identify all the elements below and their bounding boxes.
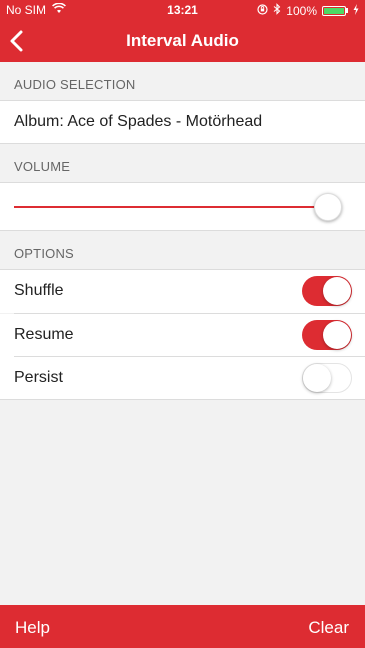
- footer-toolbar: Help Clear: [0, 605, 365, 648]
- nav-bar: Interval Audio: [0, 20, 365, 62]
- audio-selection-cell[interactable]: Album: Ace of Spades - Motörhead: [0, 101, 365, 144]
- volume-cell: [0, 183, 365, 230]
- status-bar: No SIM 13:21 100%: [0, 0, 365, 20]
- volume-slider-track[interactable]: [14, 206, 332, 208]
- header: No SIM 13:21 100% Interval Audio: [0, 0, 365, 62]
- clear-button[interactable]: Clear: [308, 618, 349, 638]
- battery-icon: [322, 5, 348, 16]
- audio-selection-value: Album: Ace of Spades - Motörhead: [14, 113, 263, 130]
- section-header-audio-selection: AUDIO SELECTION: [14, 77, 136, 92]
- orientation-lock-icon: [257, 3, 268, 18]
- section-header-options: OPTIONS: [14, 246, 74, 261]
- shuffle-toggle[interactable]: [302, 276, 352, 306]
- bluetooth-icon: [273, 3, 281, 18]
- option-label: Persist: [14, 369, 63, 386]
- option-row-persist: Persist: [0, 357, 365, 400]
- charging-icon: [353, 3, 359, 18]
- resume-toggle[interactable]: [302, 320, 352, 350]
- help-button[interactable]: Help: [15, 618, 50, 638]
- option-row-resume: Resume: [0, 314, 365, 357]
- persist-toggle[interactable]: [302, 363, 352, 393]
- page-title: Interval Audio: [126, 31, 239, 50]
- volume-slider-thumb[interactable]: [314, 193, 342, 221]
- option-row-shuffle: Shuffle: [0, 270, 365, 313]
- option-label: Resume: [14, 326, 74, 343]
- battery-percent: 100%: [286, 3, 317, 18]
- section-header-volume: VOLUME: [14, 159, 71, 174]
- option-label: Shuffle: [14, 282, 64, 299]
